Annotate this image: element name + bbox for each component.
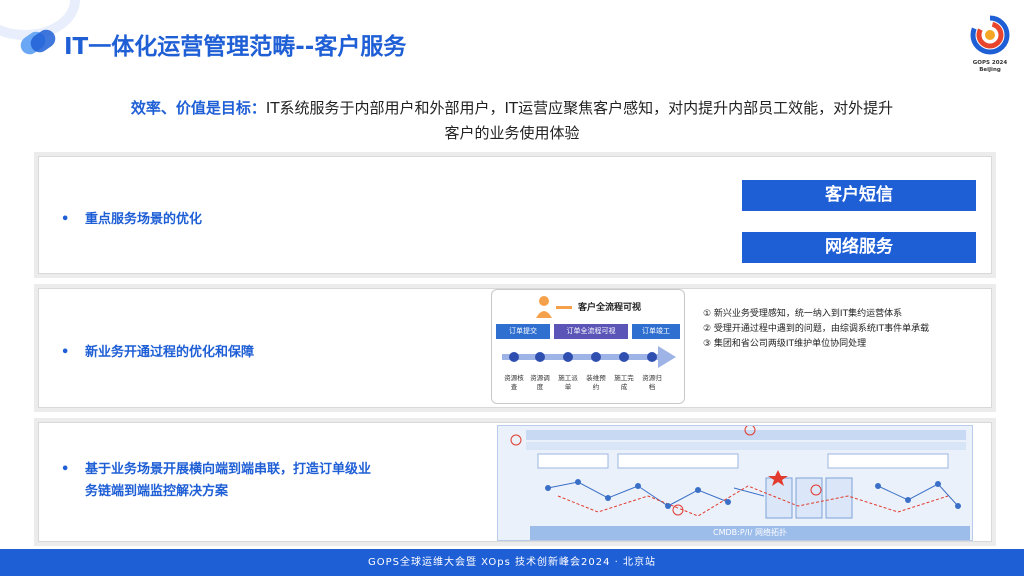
bullet-line2: 务链端到端监控解决方案 (85, 484, 229, 499)
panel-service-scenarios: • 重点服务场景的优化 客户短信 网络服务 (38, 156, 992, 274)
subtitle: 效率、价值是目标：IT系统服务于内部用户和外部用户，IT运营应聚焦客户感知，对内… (60, 96, 964, 146)
subtitle-line1: IT系统服务于内部用户和外部用户，IT运营应聚焦客户感知，对内提升内部员工效能，… (265, 99, 894, 117)
footer: GOPS全球运维大会暨 XOps 技术创新峰会2024 · 北京站 (0, 549, 1024, 576)
note-item-3: ③ 集团和省公司两级IT维护单位协同处理 (703, 339, 867, 349)
topology-bar: CMDB:P/I/ 网络拓扑 (530, 526, 970, 540)
note-item-2: ② 受理开通过程中遇到的问题，由综调系统IT事件单承载 (703, 324, 930, 334)
flow-diagram: 客户全流程可视 订单提交 订单全流程可视 订单竣工 资源核查 资源调度 施工派单… (491, 289, 685, 404)
title-mark-icon (20, 29, 56, 55)
step-resource-dispatch: 资源调度 (530, 374, 550, 391)
bullet-line1: 基于业务场景开展横向端到端串联，打造订单级业 (85, 462, 372, 477)
stage-order-submit: 订单提交 (496, 324, 550, 339)
bullet-dot: • (61, 462, 70, 477)
bullet-new-business: • 新业务开通过程的优化和保障 (61, 342, 254, 364)
panel-e2e-monitoring: • 基于业务场景开展横向端到端串联，打造订单级业 务链端到端监控解决方案 CMD… (38, 422, 992, 542)
step-resource-archive: 资源归档 (642, 374, 662, 391)
bullet-dot: • (61, 345, 70, 360)
note-item-1: ① 新兴业务受理感知，统一纳入到IT集约运营体系 (703, 309, 903, 319)
topology-diagram: CMDB:P/I/ 网络拓扑 (497, 425, 973, 541)
network-topology-icon (510, 426, 966, 519)
gops-logo-icon (970, 15, 1010, 55)
logo-text-line1: GOPS 2024 (972, 60, 1008, 66)
flow-title: 客户全流程可视 (578, 303, 642, 313)
flow-arrow-icon (502, 346, 676, 368)
step-construction-dispatch: 施工派单 (558, 374, 578, 391)
network-service-button[interactable]: 网络服务 (742, 232, 976, 263)
stage-order-complete: 订单竣工 (632, 324, 680, 339)
customer-sms-button[interactable]: 客户短信 (742, 180, 976, 211)
subtitle-highlight: 效率、价值是目标： (130, 99, 266, 117)
logo-text-line2: BeiJing (979, 67, 1001, 73)
page-title: IT一体化运营管理范畴--客户服务 (64, 34, 407, 60)
step-install-appointment: 装维预约 (586, 374, 606, 391)
gops-logo: GOPS 2024 BeiJing (966, 14, 1014, 74)
bullet-service-scenarios: • 重点服务场景的优化 (61, 209, 202, 231)
notes-list: ① 新兴业务受理感知，统一纳入到IT集约运营体系 ② 受理开通过程中遇到的问题，… (703, 307, 963, 352)
step-construction-done: 施工完成 (614, 374, 634, 391)
subtitle-line2: 客户的业务使用体验 (444, 124, 580, 142)
step-resource-check: 资源核查 (504, 374, 524, 391)
panel-new-business: • 新业务开通过程的优化和保障 客户全流程可视 订单提交 订单全流程可视 订单竣工… (38, 288, 992, 408)
user-icon (536, 296, 572, 318)
bullet-dot: • (61, 212, 70, 227)
stage-order-visible: 订单全流程可视 (554, 324, 628, 339)
bullet-e2e-monitoring: • 基于业务场景开展横向端到端串联，打造订单级业 务链端到端监控解决方案 (61, 459, 371, 503)
